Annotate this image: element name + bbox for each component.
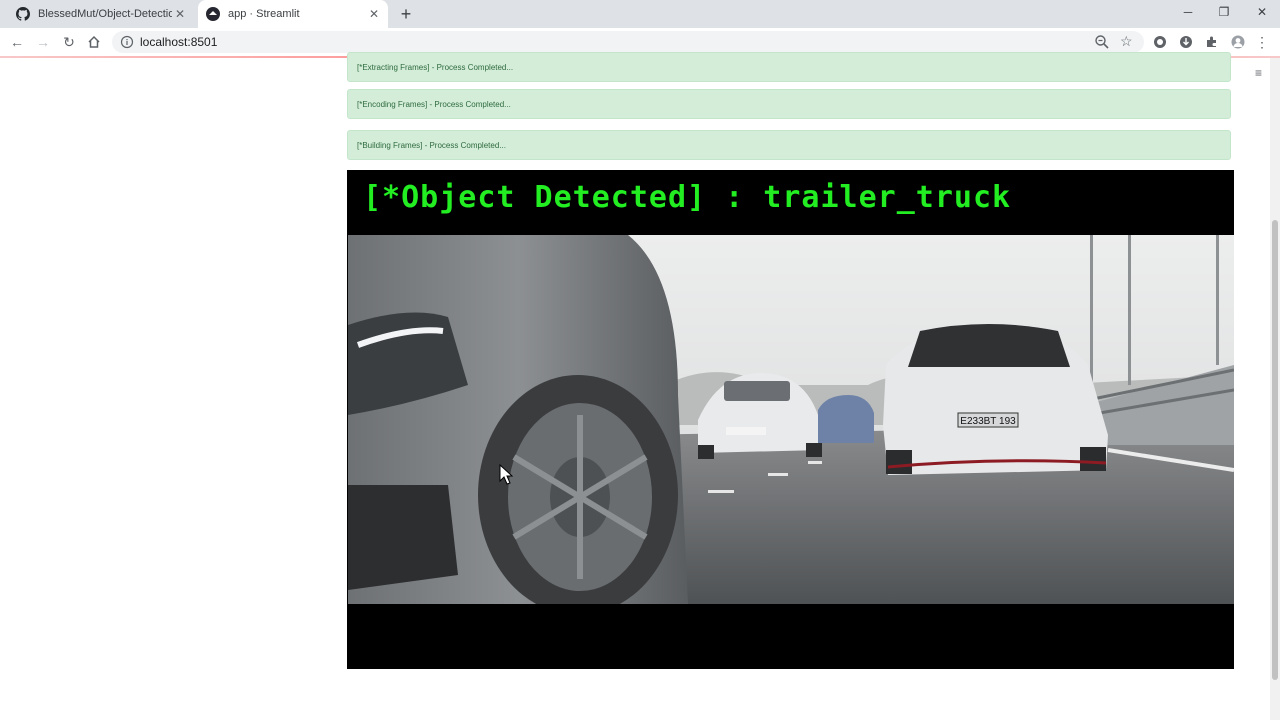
close-window-icon[interactable]: ✕ bbox=[1244, 0, 1280, 24]
hamburger-menu-icon[interactable]: ≡ bbox=[1255, 66, 1262, 80]
close-tab-icon[interactable]: ✕ bbox=[172, 6, 188, 22]
success-alert: [*Building Frames] - Process Completed..… bbox=[347, 130, 1231, 160]
address-bar[interactable]: localhost:8501 ☆ bbox=[112, 31, 1144, 53]
alert-text: [*Extracting Frames] - Process Completed… bbox=[357, 62, 514, 72]
tab-streamlit[interactable]: app · Streamlit ✕ bbox=[198, 0, 388, 28]
minimize-icon[interactable]: ─ bbox=[1170, 0, 1206, 24]
more-menu-icon[interactable]: ⋮ bbox=[1254, 34, 1270, 50]
success-alert: [*Encoding Frames] - Process Completed..… bbox=[347, 89, 1231, 119]
app-sidebar bbox=[0, 58, 316, 720]
detection-overlay-text: [*Object Detected] : trailer_truck bbox=[363, 180, 1012, 215]
close-tab-icon[interactable]: ✕ bbox=[366, 6, 382, 22]
profile-avatar-icon[interactable] bbox=[1230, 34, 1246, 50]
back-icon[interactable]: ← bbox=[8, 33, 26, 51]
browser-tab-strip: BlessedMut/Object-Detection-Us ✕ app · S… bbox=[0, 0, 1280, 28]
forward-icon[interactable]: → bbox=[34, 33, 52, 51]
reload-icon[interactable]: ↻ bbox=[60, 33, 78, 51]
new-tab-icon[interactable]: + bbox=[398, 4, 414, 24]
zoom-icon[interactable] bbox=[1094, 34, 1110, 50]
download-icon[interactable] bbox=[1178, 34, 1194, 50]
tab-title: app · Streamlit bbox=[228, 8, 300, 20]
github-icon bbox=[16, 7, 30, 21]
extension-icon[interactable] bbox=[1152, 34, 1168, 50]
video-frame[interactable]: [*Object Detected] : trailer_truck E233B… bbox=[347, 170, 1234, 669]
video-scene-image: E233BT 193 bbox=[348, 235, 1234, 604]
scrollbar-thumb[interactable] bbox=[1272, 220, 1278, 680]
streamlit-icon bbox=[206, 7, 220, 21]
license-plate-text: E233BT 193 bbox=[960, 416, 1016, 427]
info-icon[interactable] bbox=[120, 35, 134, 49]
success-alert: [*Extracting Frames] - Process Completed… bbox=[347, 52, 1231, 82]
app-main: [*Extracting Frames] - Process Completed… bbox=[316, 52, 1260, 720]
bookmark-star-icon[interactable]: ☆ bbox=[1120, 33, 1133, 50]
tab-github[interactable]: BlessedMut/Object-Detection-Us ✕ bbox=[8, 0, 194, 28]
alert-text: [*Building Frames] - Process Completed..… bbox=[357, 140, 506, 150]
restore-icon[interactable]: ❐ bbox=[1206, 0, 1242, 24]
home-icon[interactable] bbox=[85, 33, 103, 51]
alert-text: [*Encoding Frames] - Process Completed..… bbox=[357, 99, 511, 109]
tab-title: BlessedMut/Object-Detection-Us bbox=[38, 8, 172, 20]
url-text: localhost:8501 bbox=[140, 35, 218, 49]
puzzle-icon[interactable] bbox=[1204, 34, 1220, 50]
